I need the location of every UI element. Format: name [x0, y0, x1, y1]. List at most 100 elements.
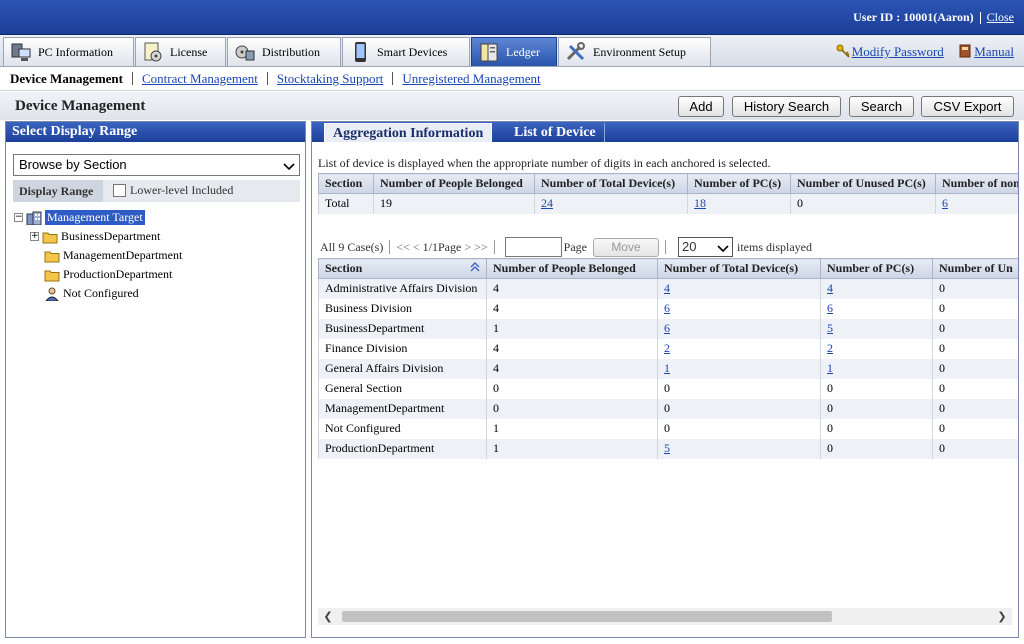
close-link[interactable]: Close [987, 10, 1014, 24]
expand-icon[interactable]: + [30, 232, 39, 241]
column-header: Number of PC(s) [820, 258, 933, 279]
table-cell: Finance Division [318, 338, 487, 359]
tree-node-root[interactable]: − Management Target [14, 208, 182, 227]
first-page-link[interactable]: << [396, 240, 410, 255]
submenu-unregistered-management[interactable]: Unregistered Management [393, 72, 549, 85]
table-cell: 1 [486, 438, 658, 459]
table-row: Business Division 4 6 6 0 [318, 298, 1018, 319]
page-label: Page [563, 239, 587, 254]
page-size-select[interactable]: 20 [677, 237, 733, 257]
table-cell: Business Division [318, 298, 487, 319]
device-count-link[interactable]: 1 [664, 361, 670, 375]
column-header-section[interactable]: Section [318, 258, 487, 279]
submenu-stocktaking-support[interactable]: Stocktaking Support [268, 72, 394, 85]
manual-link[interactable]: Manual [974, 44, 1014, 59]
horizontal-scrollbar[interactable]: ❮ ❯ [318, 608, 1012, 625]
pc-count-link[interactable]: 1 [827, 361, 833, 375]
display-range-label: Display Range [13, 180, 103, 202]
pc-count-link[interactable]: 4 [827, 281, 833, 295]
tree-node-business-department[interactable]: + BusinessDepartment [14, 227, 182, 246]
case-count: All 9 Case(s) [320, 239, 384, 254]
manual-book-icon [958, 44, 972, 58]
table-cell: 0 [657, 418, 821, 439]
scrollbar-thumb[interactable] [342, 611, 832, 622]
device-count-link[interactable]: 5 [664, 441, 670, 455]
items-displayed-label: items displayed [736, 239, 812, 254]
pc-icon [10, 41, 32, 63]
table-cell: Administrative Affairs Division [318, 278, 487, 299]
distribution-icon [234, 41, 256, 63]
table-row: ManagementDepartment 0 0 0 0 [318, 398, 1018, 419]
table-cell: 0 [820, 378, 933, 399]
lower-level-checkbox[interactable] [113, 184, 126, 197]
tab-environment-setup[interactable]: Environment Setup [558, 37, 711, 66]
total-devices-link[interactable]: 24 [541, 196, 553, 210]
tab-distribution[interactable]: Distribution [227, 37, 341, 66]
table-cell: General Section [318, 378, 487, 399]
table-cell: 2 [657, 338, 821, 359]
device-count-link[interactable]: 2 [664, 341, 670, 355]
select-display-range-panel: Select Display Range Browse by Section D… [5, 121, 306, 638]
tab-license[interactable]: License [135, 37, 226, 66]
next-page-link[interactable]: > [464, 240, 471, 255]
table-cell: 1 [820, 358, 933, 379]
tree-node-management-department[interactable]: ManagementDepartment [14, 246, 182, 265]
table-row: Finance Division 4 2 2 0 [318, 338, 1018, 359]
tree-node-production-department[interactable]: ProductionDepartment [14, 265, 182, 284]
key-icon [836, 44, 850, 58]
total-pcs-link[interactable]: 18 [694, 196, 706, 210]
tab-list-of-device[interactable]: List of Device [506, 123, 605, 142]
display-range-bar: Display Range Lower-level Included [13, 180, 300, 202]
tab-pc-information[interactable]: PC Information [3, 37, 134, 66]
device-detail-table: Section Number of People Belonged Number… [318, 258, 1018, 459]
collapse-icon[interactable]: − [14, 213, 23, 222]
pc-count-link[interactable]: 6 [827, 301, 833, 315]
table-cell: 0 [932, 358, 1018, 379]
table-cell: 6 [657, 318, 821, 339]
table-cell: 0 [932, 418, 1018, 439]
modify-password-link[interactable]: Modify Password [852, 44, 944, 59]
pc-count-link[interactable]: 2 [827, 341, 833, 355]
table-cell: 0 [486, 378, 658, 399]
table-cell: 4 [820, 278, 933, 299]
scroll-left-icon[interactable]: ❮ [321, 610, 335, 623]
table-row: BusinessDepartment 1 6 5 0 [318, 318, 1018, 339]
table-cell: 4 [486, 278, 658, 299]
device-count-link[interactable]: 6 [664, 321, 670, 335]
device-count-link[interactable]: 6 [664, 301, 670, 315]
last-page-link[interactable]: >> [474, 240, 488, 255]
table-cell: 5 [820, 318, 933, 339]
smart-device-icon [349, 41, 371, 63]
table-cell: 0 [820, 418, 933, 439]
tab-aggregation-information[interactable]: Aggregation Information [324, 123, 493, 142]
table-cell: 0 [932, 438, 1018, 459]
total-non-pc-link[interactable]: 6 [942, 196, 948, 210]
page-number-input[interactable] [504, 237, 562, 257]
column-header: Number of non [935, 173, 1018, 194]
pc-count-link[interactable]: 5 [827, 321, 833, 335]
detail-header-row: Section Number of People Belonged Number… [318, 258, 1018, 279]
add-button[interactable]: Add [678, 96, 724, 117]
table-cell: 1 [486, 418, 658, 439]
sort-up-icon[interactable] [470, 261, 480, 276]
panel-title: Select Display Range [6, 122, 305, 142]
browse-by-select[interactable]: Browse by Section [13, 154, 300, 176]
device-count-link[interactable]: 4 [664, 281, 670, 295]
submenu-contract-management[interactable]: Contract Management [133, 72, 268, 85]
tree-node-not-configured[interactable]: Not Configured [14, 284, 182, 303]
history-search-button[interactable]: History Search [732, 96, 841, 117]
search-button[interactable]: Search [849, 96, 914, 117]
column-header: Section [318, 173, 374, 194]
column-header: Number of Total Device(s) [657, 258, 821, 279]
table-row: Administrative Affairs Division 4 4 4 0 [318, 278, 1018, 299]
submenu-device-management[interactable]: Device Management [10, 72, 133, 85]
building-icon [26, 211, 42, 225]
tab-smart-devices[interactable]: Smart Devices [342, 37, 470, 66]
scroll-right-icon[interactable]: ❯ [995, 610, 1009, 623]
table-cell: 0 [657, 398, 821, 419]
move-button[interactable]: Move [592, 237, 659, 257]
page-info: 1/1Page [422, 239, 462, 254]
tab-ledger[interactable]: Ledger [471, 37, 557, 66]
prev-page-link[interactable]: < [413, 240, 420, 255]
csv-export-button[interactable]: CSV Export [921, 96, 1014, 117]
